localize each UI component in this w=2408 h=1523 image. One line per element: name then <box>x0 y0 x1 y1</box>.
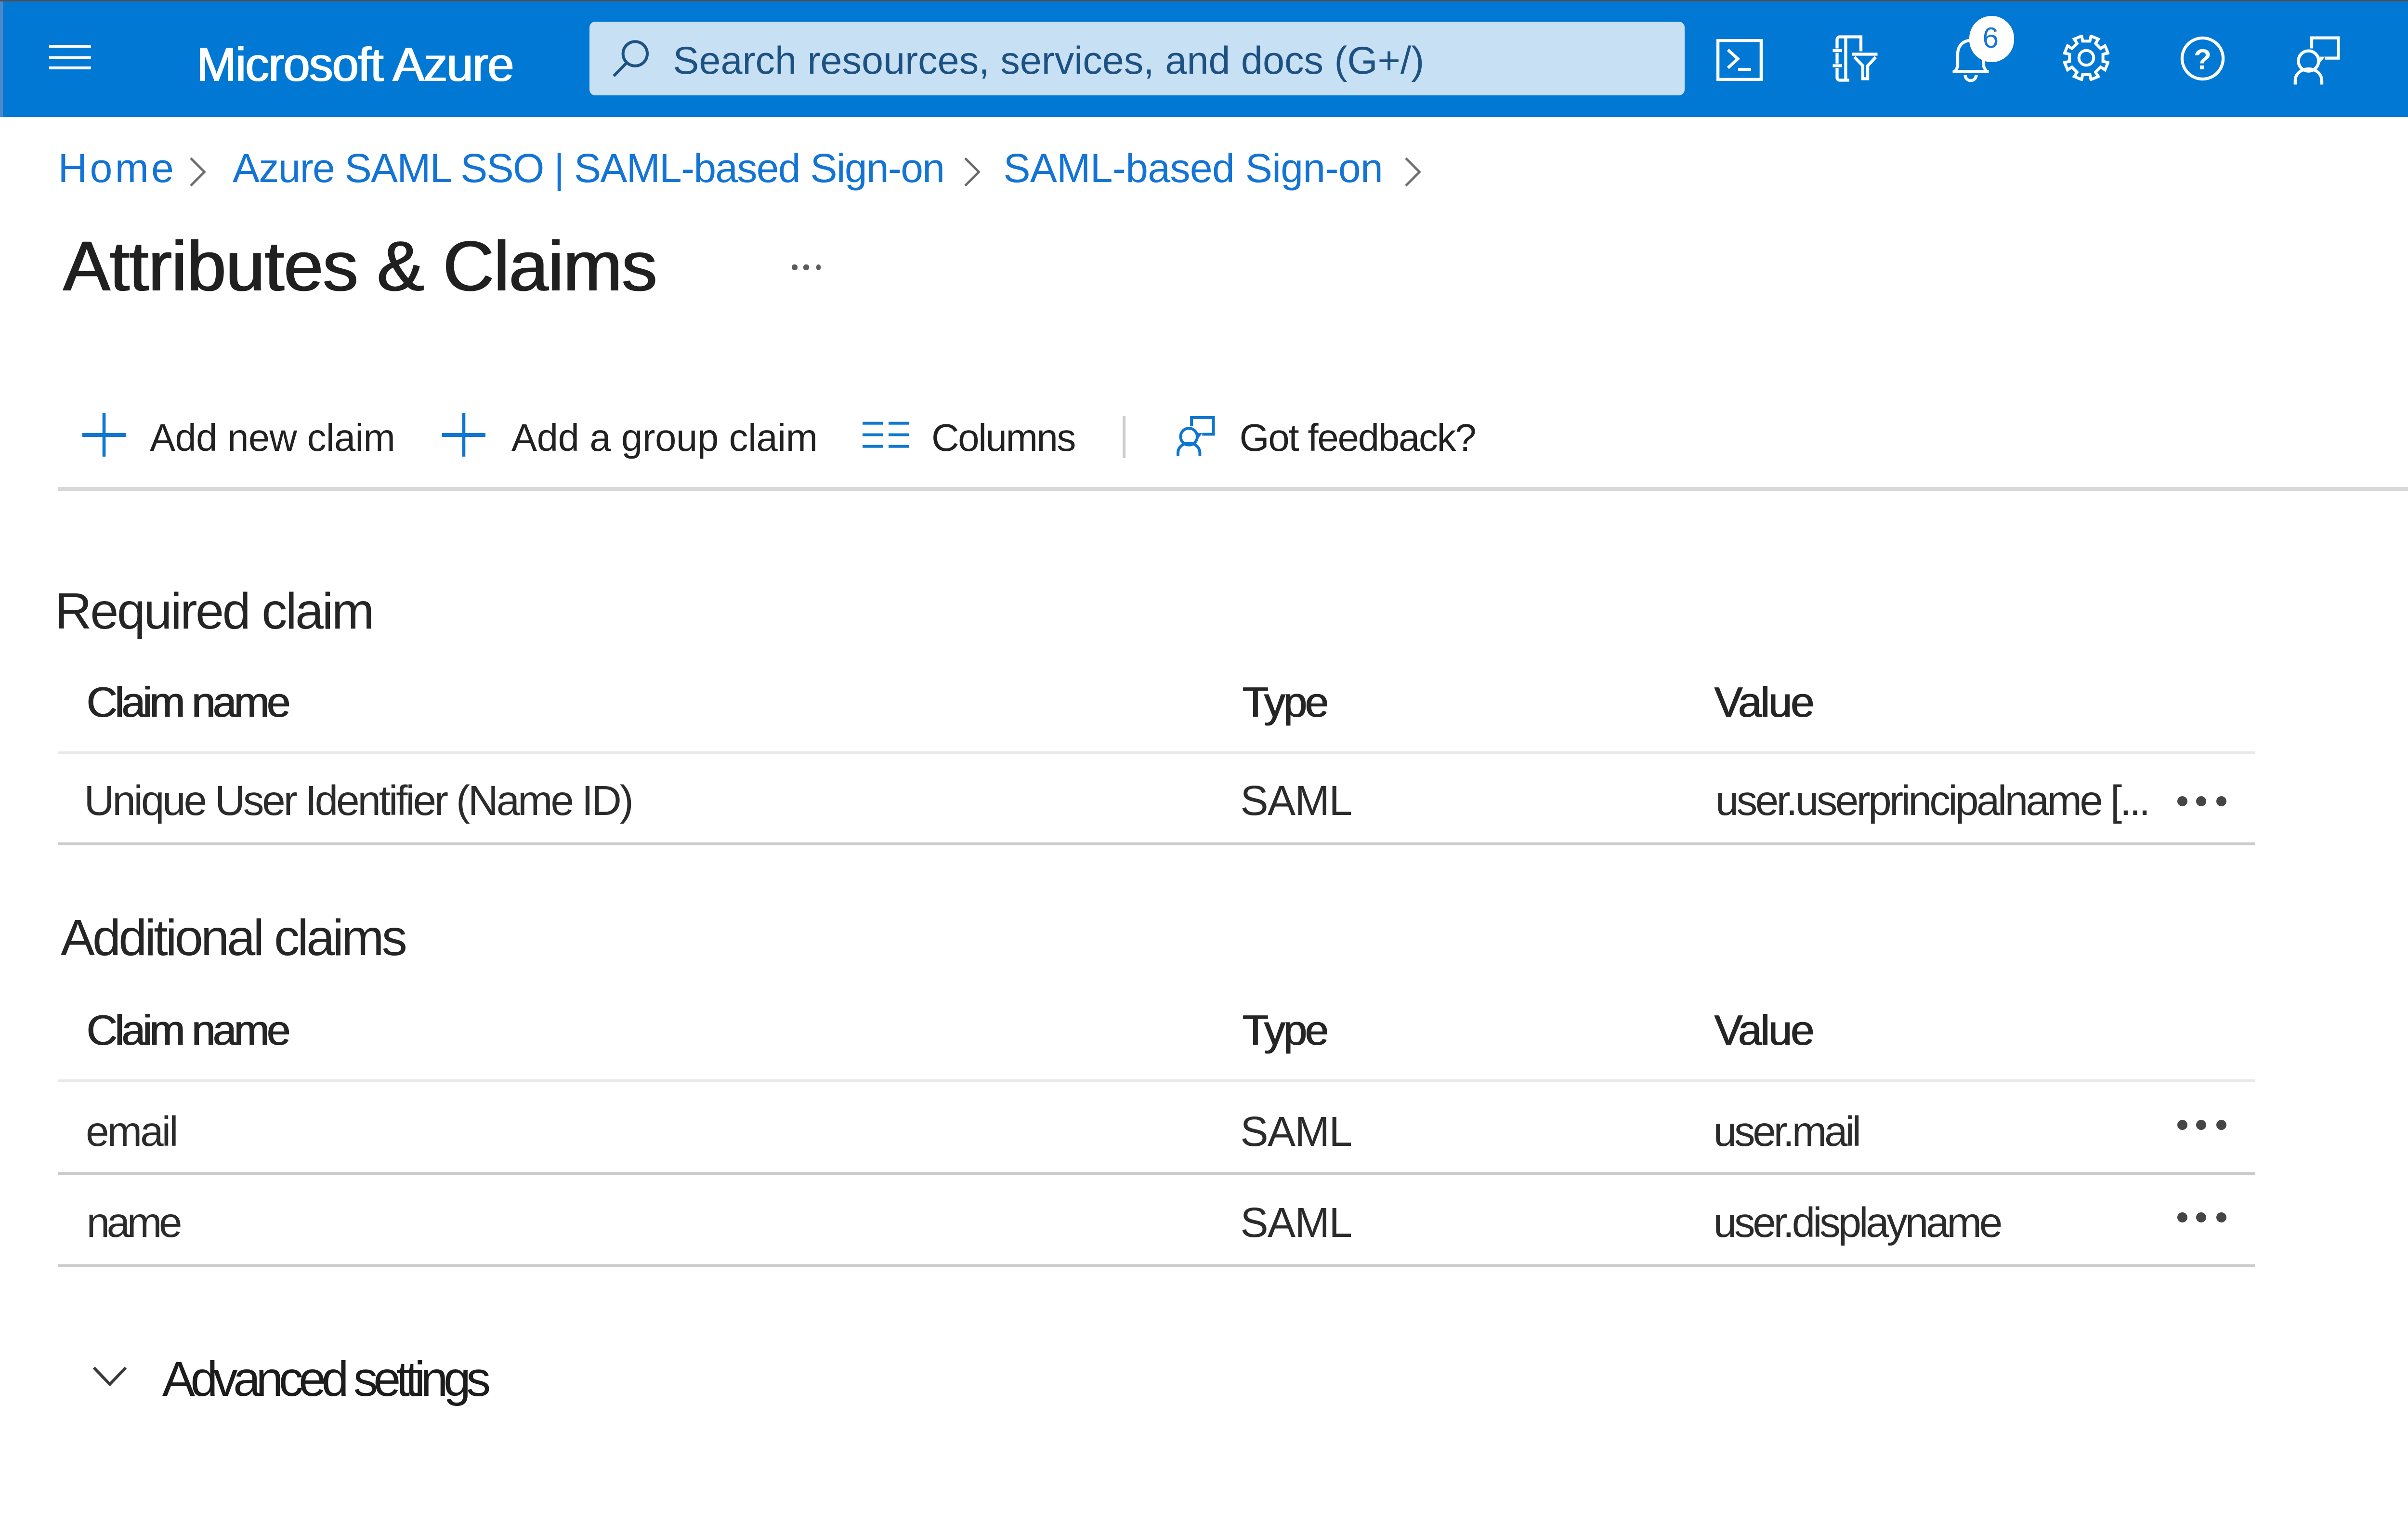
svg-text:?: ? <box>2193 44 2211 76</box>
